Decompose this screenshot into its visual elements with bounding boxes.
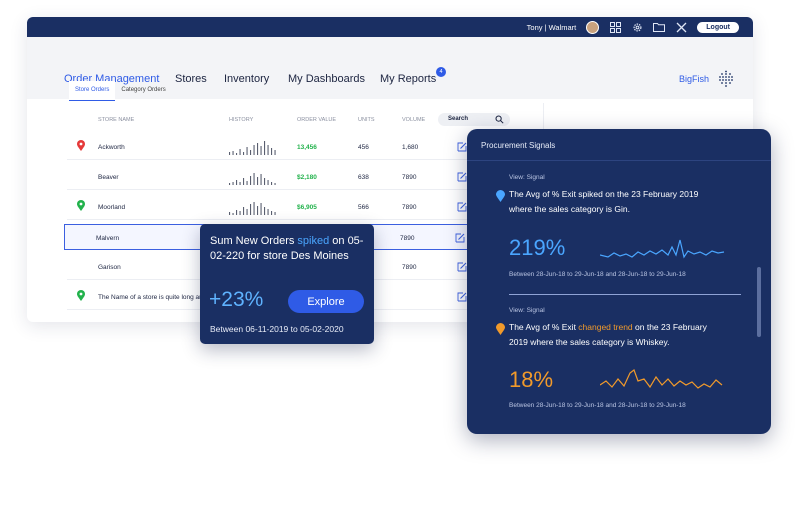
- folder-icon[interactable]: [653, 21, 666, 33]
- units-value: 456: [358, 144, 369, 151]
- order-value: 13,456: [297, 144, 317, 151]
- reports-badge: 4: [436, 67, 446, 77]
- volume-value: 7890: [402, 174, 417, 181]
- nav-my-reports[interactable]: My Reports: [380, 73, 436, 85]
- volume-value: 7890: [402, 264, 417, 271]
- view-signal-link[interactable]: View: Signal: [509, 307, 545, 314]
- tooltip-message: Sum New Orders spiked on 05-02-220 for s…: [210, 235, 364, 262]
- red-pin-icon: [77, 140, 85, 151]
- order-value: $2,180: [297, 174, 317, 181]
- gear-icon[interactable]: [631, 21, 643, 33]
- table-row[interactable]: Ackworth 13,456 456 1,680: [67, 134, 515, 160]
- store-name: Ackworth: [98, 144, 125, 151]
- store-name: Beaver: [98, 174, 119, 181]
- store-name: Garison: [98, 264, 121, 271]
- units-value: 638: [358, 174, 369, 181]
- search-icon: [495, 115, 504, 124]
- edit-icon[interactable]: [457, 202, 467, 212]
- col-volume[interactable]: VOLUME: [402, 117, 425, 123]
- orange-marker-icon: [496, 323, 505, 335]
- edit-icon[interactable]: [455, 233, 465, 243]
- procurement-signals-panel: Procurement Signals View: Signal The Avg…: [467, 129, 771, 434]
- units-value: 566: [358, 204, 369, 211]
- tooltip-change: +23%: [209, 288, 264, 311]
- signal-text: The Avg of % Exit spiked on the 23 Febru…: [509, 189, 699, 214]
- table-row[interactable]: Moorland $6,905 566 7890: [67, 194, 515, 220]
- table-row[interactable]: Beaver $2,180 638 7890: [67, 164, 515, 190]
- tooltip-range: Between 06-11-2019 to 05-02-2020: [210, 324, 344, 334]
- signal-value: 18%: [509, 367, 554, 392]
- brand-logo-icon: [719, 70, 733, 87]
- blue-marker-icon: [496, 190, 505, 202]
- edit-icon[interactable]: [457, 292, 467, 302]
- store-name: Malvern: [96, 235, 120, 242]
- volume-value: 7890: [402, 204, 417, 211]
- view-signal-link[interactable]: View: Signal: [509, 174, 545, 181]
- signal-chart-orange: [600, 369, 723, 389]
- edit-icon[interactable]: [457, 142, 467, 152]
- signal-tooltip: Sum New Orders spiked on 05-02-220 for s…: [200, 224, 374, 344]
- grid-icon[interactable]: [609, 21, 621, 33]
- divider: [467, 160, 771, 161]
- signal-divider: [509, 294, 741, 295]
- store-name: Moorland: [98, 204, 126, 211]
- panel-title: Procurement Signals: [481, 141, 556, 150]
- history-sparkline: [229, 141, 276, 155]
- brand-name: BigFish: [678, 74, 709, 84]
- logout-button[interactable]: Logout: [697, 21, 739, 33]
- nav-stores[interactable]: Stores: [175, 73, 207, 85]
- col-history[interactable]: HISTORY: [229, 117, 253, 123]
- order-value: $6,905: [297, 204, 317, 211]
- col-store-name[interactable]: STORE NAME: [98, 117, 134, 123]
- signal-range: Between 28-Jun-18 to 29-Jun-18 and 28-Ju…: [509, 402, 686, 409]
- nav-inventory[interactable]: Inventory: [224, 73, 269, 85]
- tab-store-orders[interactable]: Store Orders: [69, 81, 116, 101]
- signal-range: Between 28-Jun-18 to 29-Jun-18 and 28-Ju…: [509, 271, 686, 278]
- top-bar: Tony | Walmart Logout: [27, 17, 753, 37]
- green-pin-icon: [77, 290, 85, 301]
- store-name: The Name of a store is quite long and: [98, 294, 207, 301]
- avatar[interactable]: [586, 20, 600, 34]
- nav-my-dashboards[interactable]: My Dashboards: [288, 73, 365, 85]
- scrollbar[interactable]: [757, 267, 761, 337]
- signal-value: 219%: [509, 235, 566, 260]
- signal-text: The Avg of % Exit changed trend on the 2…: [509, 322, 707, 347]
- user-label: Tony | Walmart: [526, 22, 577, 32]
- edit-icon[interactable]: [457, 172, 467, 182]
- tools-icon[interactable]: [675, 21, 687, 33]
- col-units[interactable]: UNITS: [358, 117, 375, 123]
- history-sparkline: [229, 173, 276, 185]
- volume-value: 7890: [400, 235, 415, 242]
- edit-icon[interactable]: [457, 262, 467, 272]
- green-pin-icon: [77, 200, 85, 211]
- signal-chart-blue: [600, 239, 725, 259]
- history-sparkline: [229, 202, 276, 215]
- volume-value: 1,680: [402, 144, 419, 151]
- search-input[interactable]: Search: [438, 113, 510, 126]
- col-order-value[interactable]: ORDER VALUE: [297, 117, 336, 123]
- tab-category-orders[interactable]: Category Orders: [115, 81, 171, 101]
- explore-button[interactable]: Explore: [288, 290, 364, 313]
- search-label: Search: [448, 116, 469, 122]
- subtabs: Store Orders Category Orders: [69, 81, 172, 101]
